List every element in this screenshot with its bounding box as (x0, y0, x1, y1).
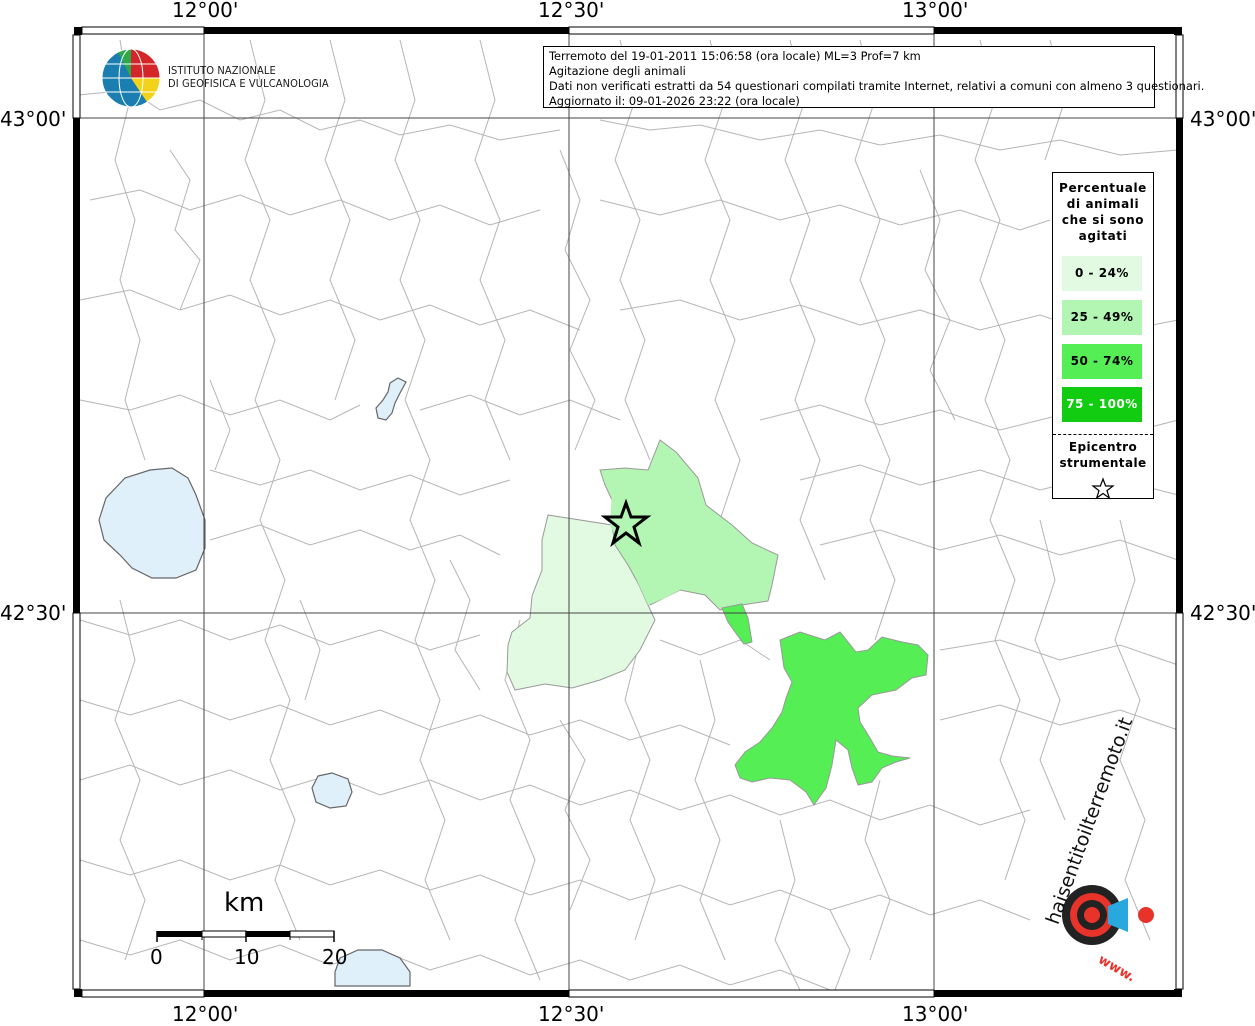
lon-label-13-00-bottom: 13°00' (902, 1002, 969, 1026)
legend-class-0-24: 0 - 24% (1062, 256, 1142, 291)
star-icon (1091, 477, 1115, 500)
legend-divider (1053, 434, 1153, 435)
legend-class-50-74: 50 - 74% (1062, 344, 1142, 379)
legend-class-75-100: 75 - 100% (1062, 387, 1142, 422)
scale-unit: km (224, 888, 265, 918)
lon-label-13-00-top: 13°00' (902, 0, 969, 22)
map-canvas: haisentitoilterremoto.it www. (72, 26, 1184, 998)
lon-label-12-00-top: 12°00' (172, 0, 239, 22)
lat-label-43-00-right: 43°00' (1190, 107, 1255, 131)
event-info-box: Terremoto del 19-01-2011 15:06:58 (ora l… (543, 46, 1205, 108)
ingv-logo-icon (101, 48, 161, 108)
institute-line2: DI GEOFISICA E VULCANOLOGIA (168, 77, 329, 90)
lat-label-42-30-left: 42°30' (0, 601, 67, 625)
lon-label-12-30-bottom: 12°30' (538, 1002, 605, 1026)
institute-name: ISTITUTO NAZIONALE DI GEOFISICA E VULCAN… (168, 64, 329, 90)
map-subject: Agitazione degli animali (549, 64, 686, 78)
update-time: Aggiornato il: 09-01-2026 23:22 (ora loc… (549, 94, 800, 108)
scale-tick-0: 0 (150, 945, 163, 969)
lat-label-42-30-right: 42°30' (1190, 601, 1255, 625)
institute-line1: ISTITUTO NAZIONALE (168, 64, 276, 77)
event-title: Terremoto del 19-01-2011 15:06:58 (ora l… (549, 49, 921, 63)
lat-label-43-00-left: 43°00' (0, 107, 67, 131)
lon-label-12-30-top: 12°30' (538, 0, 605, 22)
data-note: Dati non verificati estratti da 54 quest… (549, 79, 1205, 93)
scale-tick-20: 20 (322, 945, 348, 969)
lon-label-12-00-bottom: 12°00' (172, 1002, 239, 1026)
scale-tick-10: 10 (234, 945, 260, 969)
legend-epicenter-label: Epicentro strumentale (1059, 440, 1147, 470)
legend-title: Percentuale di animali che si sono agita… (1059, 181, 1147, 243)
legend: Percentuale di animali che si sono agita… (1052, 172, 1154, 500)
legend-class-25-49: 25 - 49% (1062, 300, 1142, 335)
lake-vico (311, 772, 353, 809)
